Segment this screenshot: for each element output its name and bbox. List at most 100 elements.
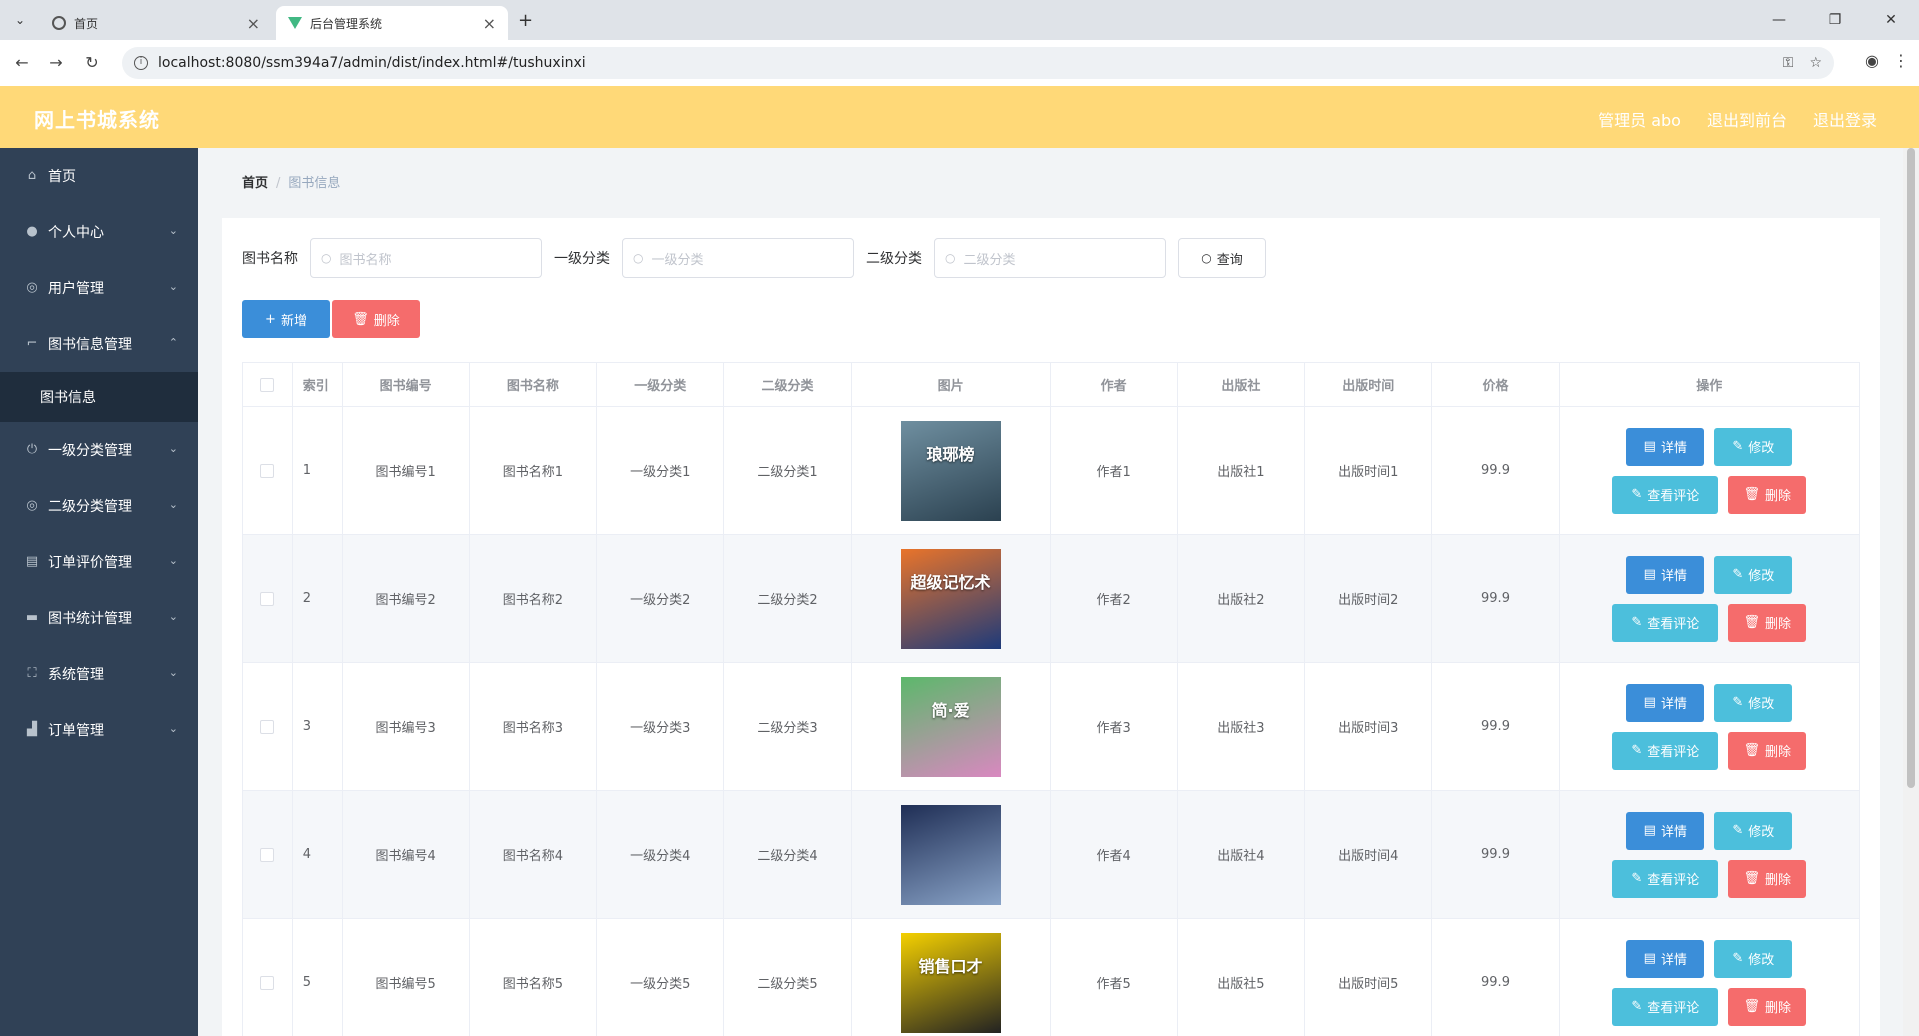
restore-icon[interactable]: ❐ (1807, 0, 1863, 40)
delete-row-button[interactable]: 🗑 删除 (1728, 731, 1807, 770)
cell-price: 99.9 (1432, 791, 1560, 919)
book-cover-image[interactable]: 琅琊榜 (900, 420, 1001, 521)
site-info-icon[interactable]: i (134, 56, 148, 70)
close-window-icon[interactable]: ✕ (1863, 0, 1919, 40)
cell-name: 图书名称2 (469, 535, 598, 663)
chevron-down-icon: ⌄ (168, 666, 178, 679)
cell-operations: ▤ 详情 ✎ 修改 ✎ 查看评论 🗑 删除 (1559, 791, 1860, 919)
delete-row-button[interactable]: 🗑 删除 (1728, 987, 1807, 1026)
close-tab-icon[interactable]: × (247, 14, 260, 33)
trash-icon: 🗑 (1743, 743, 1761, 758)
book-name-input[interactable]: ○ 图书名称 (310, 238, 542, 278)
row-checkbox[interactable] (260, 847, 275, 862)
edit-button[interactable]: ✎ 修改 (1714, 683, 1793, 722)
delete-row-button[interactable]: 🗑 删除 (1728, 475, 1807, 514)
sidebar-item-label: 用户管理 (48, 281, 104, 297)
exit-to-front-link[interactable]: 退出到前台 (1707, 107, 1787, 131)
close-tab-icon[interactable]: × (483, 14, 496, 33)
query-button[interactable]: ○ 查询 (1178, 238, 1266, 278)
sidebar-item-user-management[interactable]: ◎ 用户管理 ⌄ (0, 260, 198, 316)
document-icon: ▤ (1643, 567, 1656, 582)
power-icon: ⏻ (26, 442, 38, 457)
edit-button[interactable]: ✎ 修改 (1714, 427, 1793, 466)
sidebar-item-personal-center[interactable]: ● 个人中心 ⌄ (0, 204, 198, 260)
row-checkbox[interactable] (260, 975, 275, 990)
tab-title: 后台管理系统 (310, 16, 383, 31)
chevron-down-icon: ⌄ (168, 280, 178, 293)
page-scrollbar[interactable] (1903, 148, 1919, 1036)
sidebar-item-order-management[interactable]: ▟ 订单管理 ⌄ (0, 702, 198, 758)
detail-label: 详情 (1660, 569, 1687, 584)
book-cover-image[interactable]: 简·爱 (900, 676, 1001, 777)
logout-link[interactable]: 退出登录 (1813, 107, 1877, 131)
back-icon[interactable]: ← (10, 51, 34, 75)
book-cover-image[interactable] (900, 804, 1001, 905)
submenu-book-info: 图书信息 (0, 372, 198, 422)
reload-icon[interactable]: ↻ (80, 51, 104, 75)
chevron-down-icon: ⌄ (168, 610, 178, 623)
sidebar-item-order-review-management[interactable]: ▤ 订单评价管理 ⌄ (0, 534, 198, 590)
browser-tab-admin[interactable]: 后台管理系统 × (276, 6, 508, 40)
profile-icon[interactable]: ◉ (1865, 51, 1879, 70)
cell-author: 作者3 (1050, 663, 1178, 791)
detail-button[interactable]: ▤ 详情 (1626, 683, 1705, 722)
cell-name: 图书名称5 (470, 919, 598, 1036)
category1-input[interactable]: ○ 一级分类 (622, 238, 854, 278)
row-checkbox[interactable] (260, 591, 275, 606)
view-reviews-button[interactable]: ✎ 查看评论 (1612, 987, 1719, 1026)
row-checkbox[interactable] (260, 719, 275, 734)
view-reviews-button[interactable]: ✎ 查看评论 (1612, 603, 1719, 642)
sidebar-item-system-management[interactable]: ⛶ 系统管理 ⌄ (0, 646, 198, 702)
view-reviews-button[interactable]: ✎ 查看评论 (1612, 731, 1719, 770)
book-cover-image[interactable]: 超级记忆术 (900, 548, 1001, 649)
cell-author: 作者2 (1050, 535, 1178, 663)
detail-button[interactable]: ▤ 详情 (1626, 555, 1705, 594)
row-select-cell (243, 663, 293, 791)
more-menu-icon[interactable]: ⋮ (1893, 51, 1909, 70)
header-author: 作者 (1050, 363, 1178, 407)
header-code: 图书编号 (342, 363, 470, 407)
edit-button[interactable]: ✎ 修改 (1714, 555, 1793, 594)
review-label: 查看评论 (1647, 489, 1700, 504)
add-button[interactable]: + 新增 (242, 300, 330, 338)
delete-row-button[interactable]: 🗑 删除 (1728, 603, 1807, 642)
category2-input[interactable]: ○ 二级分类 (934, 238, 1166, 278)
cell-category1: 一级分类4 (597, 791, 725, 919)
tab-search-button[interactable]: ⌄ (8, 8, 32, 32)
breadcrumb-home[interactable]: 首页 (242, 176, 268, 191)
delete-row-button[interactable]: 🗑 删除 (1728, 859, 1807, 898)
detail-button[interactable]: ▤ 详情 (1626, 939, 1705, 978)
batch-delete-button[interactable]: 🗑 删除 (332, 300, 420, 338)
key-icon[interactable]: ⚿ (1783, 55, 1794, 71)
sidebar-item-book-info-management[interactable]: ⌐ 图书信息管理 ⌃ (0, 316, 198, 372)
sidebar-item-book-stats-management[interactable]: ▬ 图书统计管理 ⌄ (0, 590, 198, 646)
select-all-checkbox[interactable] (260, 377, 275, 392)
forward-icon[interactable]: → (44, 51, 68, 75)
sidebar-item-category1-management[interactable]: ⏻ 一级分类管理 ⌄ (0, 422, 198, 478)
edit-button[interactable]: ✎ 修改 (1714, 939, 1793, 978)
search-label-category2: 二级分类 (866, 251, 922, 267)
detail-button[interactable]: ▤ 详情 (1626, 811, 1705, 850)
detail-button[interactable]: ▤ 详情 (1626, 427, 1705, 466)
document-icon: ▤ (1643, 439, 1656, 454)
sidebar-item-category2-management[interactable]: ◎ 二级分类管理 ⌄ (0, 478, 198, 534)
new-tab-button[interactable]: + (518, 10, 533, 31)
sidebar-item-label: 二级分类管理 (48, 499, 132, 515)
scrollbar-thumb[interactable] (1907, 148, 1915, 788)
delete-label: 删除 (1765, 489, 1792, 504)
address-bar[interactable]: i localhost:8080/ssm394a7/admin/dist/ind… (122, 47, 1834, 79)
row-checkbox[interactable] (260, 463, 275, 478)
cell-operations: ▤ 详情 ✎ 修改 ✎ 查看评论 🗑 删除 (1560, 919, 1860, 1036)
sidebar-subitem-book-info[interactable]: 图书信息 (0, 372, 198, 422)
cell-publish-time: 出版时间1 (1305, 407, 1433, 535)
view-reviews-button[interactable]: ✎ 查看评论 (1612, 859, 1719, 898)
edit-button[interactable]: ✎ 修改 (1714, 811, 1793, 850)
browser-tab-home[interactable]: 首页 × (40, 6, 272, 40)
sidebar-item-home[interactable]: ⌂ 首页 (0, 148, 198, 204)
sidebar-item-label: 首页 (48, 169, 76, 185)
view-reviews-button[interactable]: ✎ 查看评论 (1612, 475, 1719, 514)
book-cover-image[interactable]: 销售口才 (900, 932, 1001, 1033)
bookmark-star-icon[interactable]: ☆ (1809, 55, 1822, 71)
table-header: 索引 图书编号 图书名称 一级分类 二级分类 图片 作者 出版社 出版时间 价格… (243, 363, 1860, 407)
minimize-icon[interactable]: — (1751, 0, 1807, 40)
